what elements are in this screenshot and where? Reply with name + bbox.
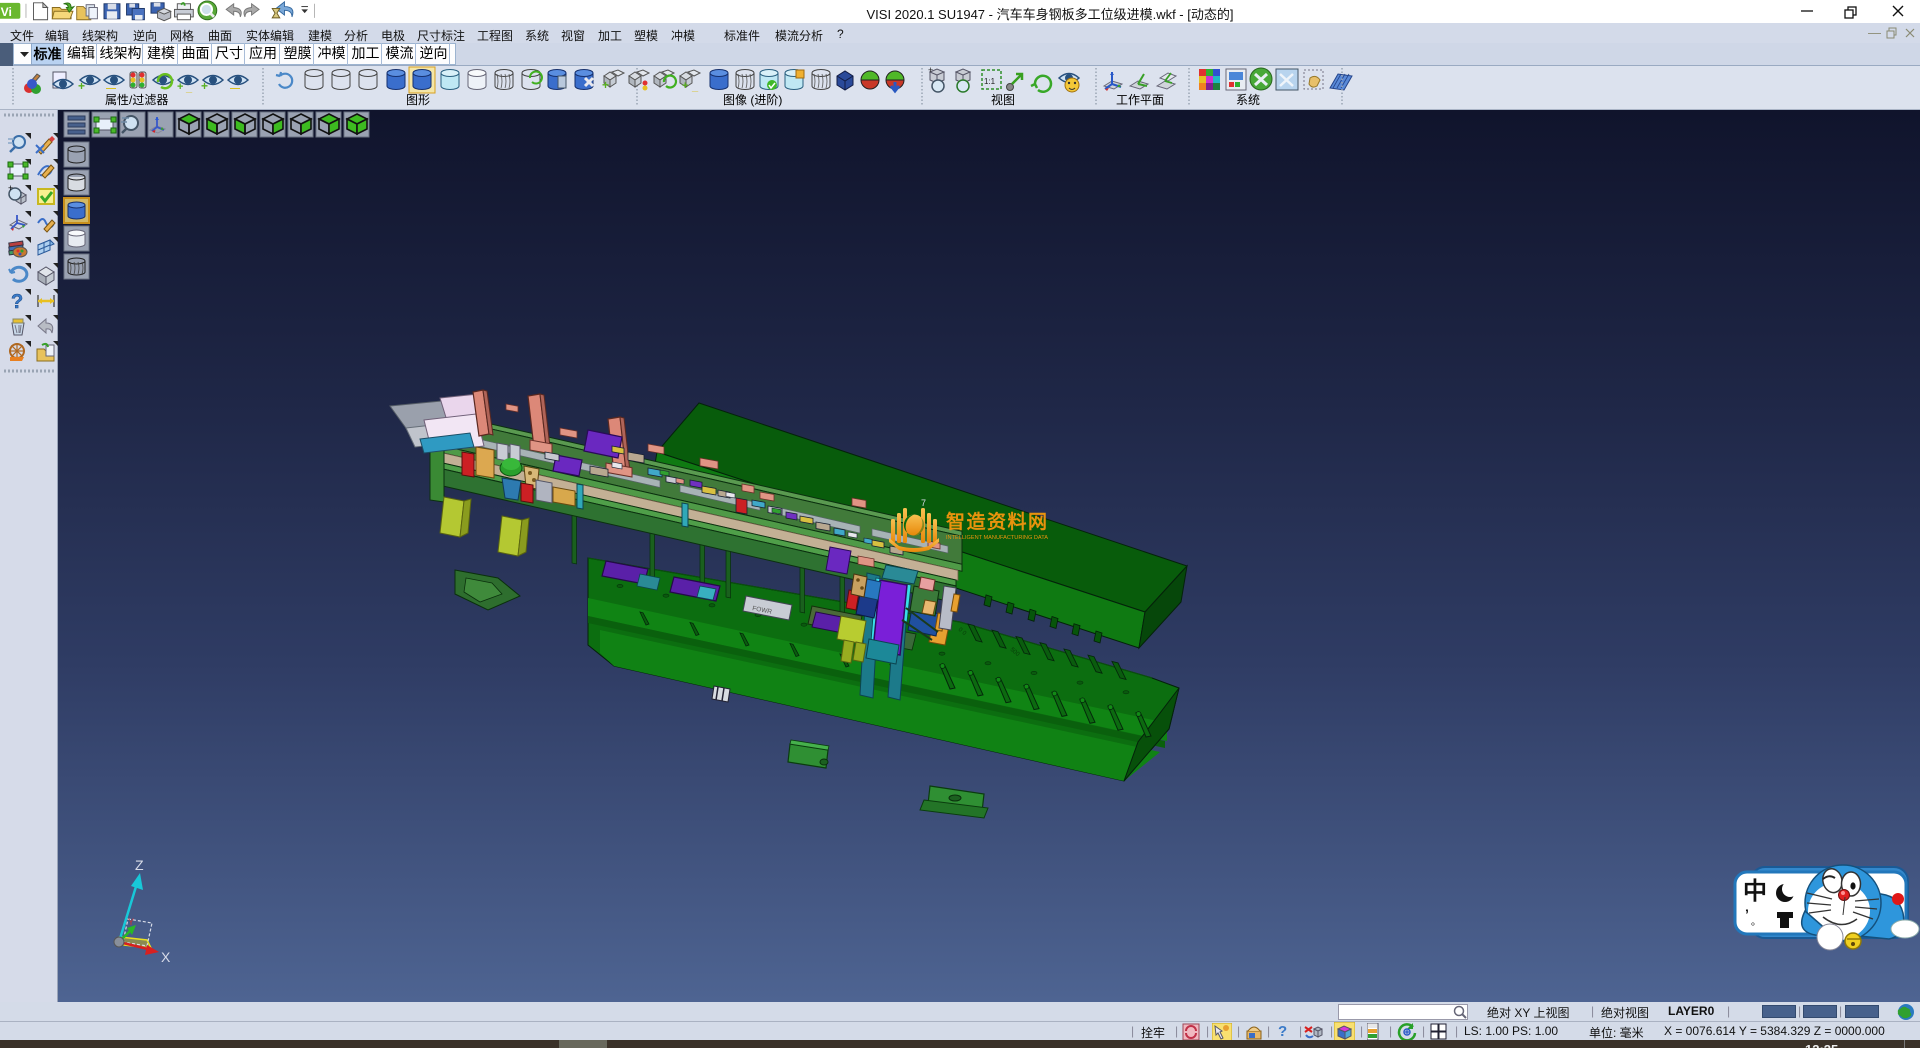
svg-text:+: + — [602, 78, 609, 92]
svg-text:图形: 图形 — [406, 93, 430, 107]
svg-text:工作平面: 工作平面 — [1116, 93, 1164, 107]
svg-text:7: 7 — [921, 498, 926, 508]
svg-text:_: _ — [185, 82, 193, 94]
svg-text:INTELLIGENT MANUFACTURING DATA: INTELLIGENT MANUFACTURING DATA — [946, 535, 1048, 541]
svg-text:Z: Z — [135, 857, 144, 873]
svg-text:+: + — [201, 79, 208, 93]
svg-text:视图: 视图 — [991, 92, 1015, 107]
svg-text:1:1: 1:1 — [984, 77, 996, 86]
svg-text:X: X — [161, 949, 171, 965]
svg-text:?: ? — [11, 291, 23, 313]
svg-text:’: ’ — [1745, 906, 1749, 922]
svg-text:Y: Y — [128, 917, 134, 927]
svg-text:+: + — [928, 66, 933, 75]
svg-text:系统: 系统 — [1236, 93, 1260, 107]
svg-text:—: — — [230, 83, 240, 94]
svg-text:_: _ — [691, 81, 699, 93]
svg-text:Vi: Vi — [1, 5, 12, 19]
svg-text:+: + — [8, 183, 13, 193]
svg-text:+: + — [682, 80, 688, 92]
svg-text:+: + — [78, 79, 85, 93]
svg-text:属性/过滤器: 属性/过滤器 — [105, 93, 168, 107]
svg-text:智造资料网: 智造资料网 — [946, 510, 1049, 533]
svg-text:中: 中 — [1743, 878, 1767, 905]
svg-text:图像 (进阶): 图像 (进阶) — [723, 93, 782, 107]
svg-text:。: 。 — [1751, 917, 1761, 928]
svg-text:+: + — [177, 81, 183, 93]
